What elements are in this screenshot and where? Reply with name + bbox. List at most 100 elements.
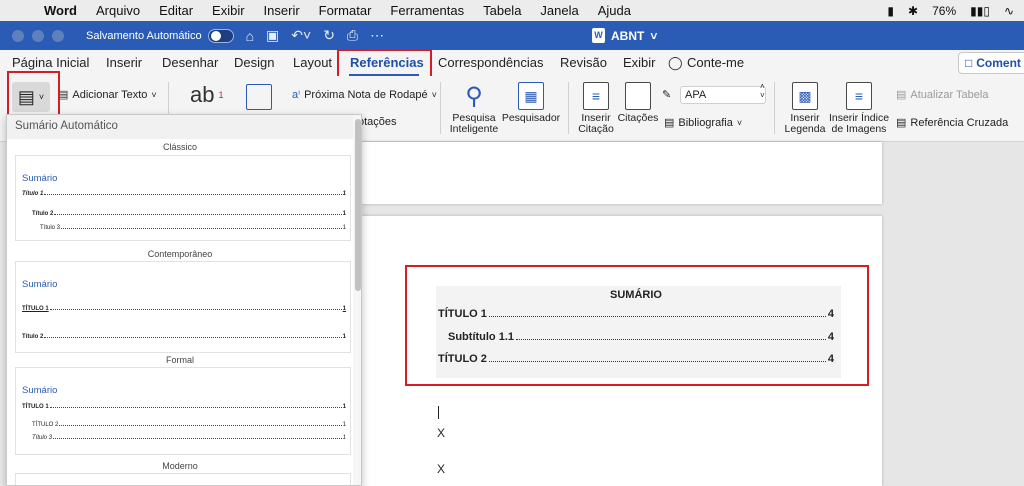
- autosave-toggle[interactable]: [207, 28, 234, 43]
- gallery-toc-line: Título 3 1: [32, 435, 346, 441]
- tab-revisao[interactable]: Revisão: [560, 55, 607, 70]
- add-text-label: Adicionar Texto: [72, 88, 148, 101]
- minimize-window-button[interactable]: [32, 29, 44, 42]
- document-title[interactable]: W ABNT ˅: [592, 21, 657, 50]
- tell-me-icon[interactable]: ◯: [668, 55, 683, 71]
- gallery-section-title: Formal: [165, 355, 194, 365]
- gallery-toc-line: Título 1 1: [22, 191, 346, 197]
- insert-citation-label: Inserir Citação: [578, 112, 614, 135]
- menu-janela[interactable]: Janela: [540, 3, 578, 18]
- researcher-label: Pesquisador: [501, 112, 561, 124]
- menu-ajuda[interactable]: Ajuda: [598, 3, 631, 18]
- gallery-leader-dots: [44, 337, 342, 338]
- insert-caption-label: Inserir Legenda: [784, 112, 826, 135]
- tab-correspondencias[interactable]: Correspondências: [438, 55, 544, 70]
- menu-app-word[interactable]: Word: [44, 3, 77, 18]
- insert-footnote-button[interactable]: ab 1: [190, 82, 224, 108]
- bluetooth-icon[interactable]: ✱: [908, 4, 918, 18]
- comments-button[interactable]: □ Coment: [958, 52, 1024, 74]
- tab-desenhar[interactable]: Desenhar: [162, 55, 218, 70]
- gallery-section-title: Contemporâneo: [147, 249, 213, 259]
- tab-exibir[interactable]: Exibir: [623, 55, 656, 70]
- ribbon-separator: [440, 82, 441, 134]
- close-window-button[interactable]: [12, 29, 24, 42]
- wifi-icon[interactable]: ∿: [1004, 4, 1014, 18]
- document-page-previous[interactable]: [362, 142, 882, 204]
- gallery-entry-text: Título 1: [22, 191, 44, 197]
- tab-inserir[interactable]: Inserir: [106, 55, 142, 70]
- customize-toolbar-icon[interactable]: ⋯: [370, 27, 384, 44]
- gallery-leader-dots: [49, 309, 342, 310]
- ribbon-separator: [774, 82, 775, 134]
- gallery-leader-dots: [59, 425, 342, 426]
- body-paragraph[interactable]: X: [437, 462, 445, 476]
- toc-style-classico[interactable]: Sumário Título 1 1 Título 2 1 Título 3 1: [15, 155, 351, 241]
- smart-lookup-button[interactable]: ⚲ Pesquisa Inteligente: [450, 82, 498, 135]
- gallery-entry-page: 1: [342, 422, 346, 428]
- home-icon[interactable]: ⌂: [246, 28, 254, 44]
- update-table-button[interactable]: ▤ Atualizar Tabela: [896, 88, 988, 102]
- bibliography-button[interactable]: ▤ Bibliografia ˅: [664, 116, 743, 130]
- menu-arquivo[interactable]: Arquivo: [96, 3, 140, 18]
- researcher-button[interactable]: ▦ Pesquisador: [502, 82, 560, 124]
- menu-exibir[interactable]: Exibir: [212, 3, 245, 18]
- battery-icon[interactable]: ▮▮▯: [970, 4, 990, 18]
- gallery-toc-title: Sumário: [22, 279, 58, 290]
- insert-table-of-figures-button[interactable]: ≡ Inserir Índice de Imagens: [828, 82, 890, 135]
- gallery-scrollbar[interactable]: [353, 115, 361, 485]
- mac-menu-bar: Word Arquivo Editar Exibir Inserir Forma…: [0, 0, 1024, 21]
- gallery-entry-text: TÍTULO 1: [22, 404, 49, 410]
- toc-style-moderno[interactable]: [15, 473, 351, 485]
- menu-editar[interactable]: Editar: [159, 3, 193, 18]
- gallery-entry-page: 1: [342, 211, 346, 217]
- ribbon-tabs: Página Inicial Inserir Desenhar Design L…: [0, 50, 1024, 76]
- redo-icon[interactable]: ↻: [323, 27, 335, 44]
- tab-layout[interactable]: Layout: [293, 55, 332, 70]
- menu-inserir[interactable]: Inserir: [264, 3, 300, 18]
- print-icon[interactable]: ⎙: [347, 27, 358, 44]
- menu-ferramentas[interactable]: Ferramentas: [390, 3, 464, 18]
- toc-style-contemporaneo[interactable]: Sumário TÍTULO 1 1 Título 2 1: [15, 261, 351, 353]
- autosave-label: Salvamento Automático: [86, 29, 202, 42]
- caption-icon: ▩: [792, 82, 818, 110]
- insert-endnote-button[interactable]: [246, 84, 272, 110]
- menu-formatar[interactable]: Formatar: [319, 3, 372, 18]
- undo-icon[interactable]: ↶˅: [291, 27, 311, 44]
- tab-design[interactable]: Design: [234, 55, 274, 70]
- zoom-window-button[interactable]: [52, 29, 64, 42]
- tab-conte-me[interactable]: Conte-me: [687, 55, 744, 70]
- style-stepper[interactable]: ˄ ˅: [760, 82, 765, 100]
- footnote-icon: ab: [190, 82, 215, 107]
- body-paragraph[interactable]: X: [437, 426, 445, 440]
- gallery-toc-line: TÍTULO 1 1: [22, 404, 346, 410]
- gallery-header: Sumário Automático: [7, 115, 361, 139]
- insert-citation-button[interactable]: ≡ Inserir Citação: [576, 82, 616, 135]
- show-notes-button[interactable]: otações: [358, 116, 397, 128]
- insert-caption-button[interactable]: ▩ Inserir Legenda: [784, 82, 826, 135]
- next-footnote-icon: aⁱ: [292, 89, 301, 101]
- highlight-toc-result: [405, 265, 869, 386]
- gallery-scroll-thumb[interactable]: [355, 119, 361, 291]
- show-notes-label: otações: [358, 116, 397, 128]
- document-title-text: ABNT: [611, 28, 645, 43]
- toc-style-formal[interactable]: Sumário TÍTULO 1 1 TÍTULO 2 1 Título 3 1: [15, 367, 351, 455]
- table-of-figures-icon: ≡: [846, 82, 872, 110]
- citation-style-select[interactable]: APA: [680, 86, 766, 104]
- menu-tabela[interactable]: Tabela: [483, 3, 521, 18]
- citations-button[interactable]: Citações: [618, 82, 658, 124]
- next-footnote-label: Próxima Nota de Rodapé: [304, 88, 428, 101]
- tab-pagina-inicial[interactable]: Página Inicial: [12, 55, 89, 70]
- gallery-section-title: Clássico: [162, 142, 197, 152]
- window-title-bar: Salvamento Automático ⌂ ▣ ↶˅ ↻ ⎙ ⋯ W ABN…: [0, 21, 1024, 50]
- add-text-button[interactable]: ▤ Adicionar Texto ˅: [58, 88, 157, 102]
- gallery-entry-text: Título 3: [32, 435, 53, 441]
- chevron-down-icon: ˅: [736, 117, 743, 128]
- save-icon[interactable]: ▣: [266, 27, 279, 44]
- cross-reference-icon: ▤: [896, 117, 907, 129]
- next-footnote-button[interactable]: aⁱ Próxima Nota de Rodapé ˅: [292, 88, 437, 102]
- citation-icon: ≡: [583, 82, 609, 110]
- microphone-icon[interactable]: ▮: [887, 4, 894, 18]
- cross-reference-button[interactable]: ▤ Referência Cruzada: [896, 116, 1008, 130]
- gallery-entry-text: TÍTULO 2: [32, 422, 59, 428]
- book-icon: [625, 82, 651, 110]
